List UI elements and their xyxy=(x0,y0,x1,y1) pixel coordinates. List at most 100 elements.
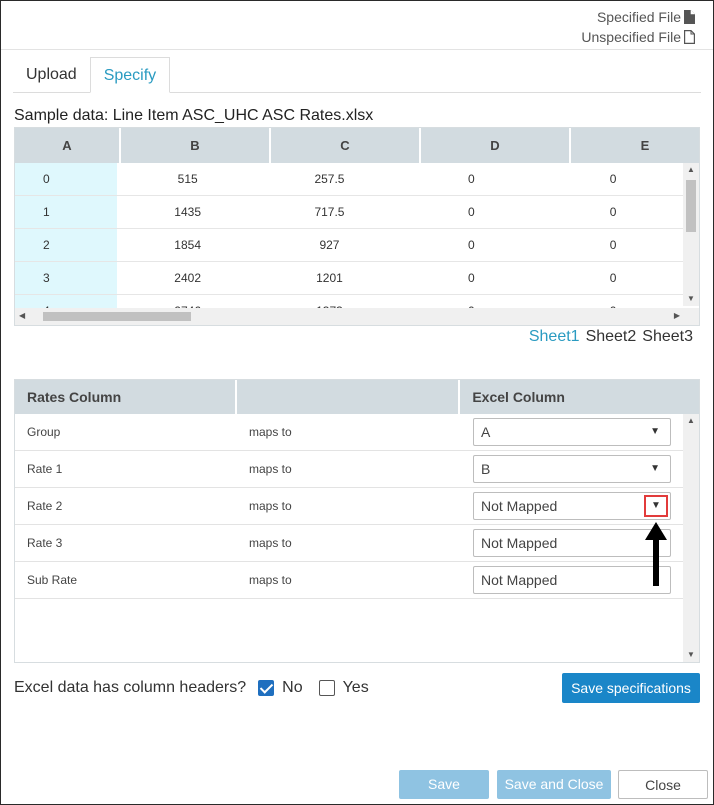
legend-specified-label: Specified File xyxy=(596,9,681,25)
mapping-row-rate-3: Rate 3 maps to Not Mapped xyxy=(15,525,684,562)
scroll-right-icon[interactable]: ▶ xyxy=(674,312,680,320)
scroll-left-icon[interactable]: ◀ xyxy=(19,312,25,320)
header-blank xyxy=(237,380,461,414)
grid-column-header[interactable]: E xyxy=(571,128,699,163)
maps-to-label: maps to xyxy=(249,425,292,439)
file-outline-icon xyxy=(684,30,695,44)
maps-to-label: maps to xyxy=(249,499,292,513)
grid-row: 1 1435 717.5 0 0 xyxy=(15,196,684,229)
file-legend: Specified File Unspecified File xyxy=(581,7,695,47)
yes-checkbox[interactable] xyxy=(318,680,335,696)
grid-column-header[interactable]: C xyxy=(271,128,421,163)
excel-column-cell: Not Mapped ▼ xyxy=(461,492,684,520)
rate-name: Sub Rate xyxy=(27,573,78,587)
no-checkbox[interactable] xyxy=(258,680,275,696)
rate-name: Rate 2 xyxy=(27,499,63,513)
tab-specify[interactable]: Specify xyxy=(89,57,171,93)
selected-value: Not Mapped xyxy=(481,535,558,551)
excel-column-cell: A ▼ xyxy=(461,418,684,446)
mapping-row-rate-2: Rate 2 maps to Not Mapped ▼ xyxy=(15,488,684,525)
grid-cell: 0 xyxy=(467,238,475,252)
save-button[interactable]: Save xyxy=(399,770,489,799)
chevron-down-icon[interactable]: ▼ xyxy=(650,419,660,445)
grid-body: 0 515 257.5 0 0 1 1435 717.5 0 0 2 1854 … xyxy=(15,163,684,325)
grid-cell: 0 xyxy=(15,163,117,195)
scrollbar-thumb[interactable] xyxy=(43,312,191,321)
sample-data-title: Sample data: Line Item ASC_UHC ASC Rates… xyxy=(14,107,374,124)
grid-row: 0 515 257.5 0 0 xyxy=(15,163,684,196)
sample-data-grid: A B C D E 0 515 257.5 0 0 1 1435 717.5 0… xyxy=(14,127,700,326)
scrollbar-thumb[interactable] xyxy=(686,180,696,232)
excel-column-select[interactable]: B ▼ xyxy=(473,455,671,483)
grid-column-header[interactable]: A xyxy=(15,128,121,163)
column-mapping-table: Rates Column Excel Column Group maps to … xyxy=(14,379,700,663)
yes-label[interactable]: Yes xyxy=(343,679,369,697)
grid-cell: 0 xyxy=(609,271,617,285)
grid-cell: 3 xyxy=(15,262,117,294)
maps-to-label: maps to xyxy=(249,462,292,476)
maps-to-label: maps to xyxy=(249,573,292,587)
dialog: Specified File Unspecified File Upload S… xyxy=(0,0,714,805)
mapping-row-rate-1: Rate 1 maps to B ▼ xyxy=(15,451,684,488)
grid-column-header[interactable]: B xyxy=(121,128,271,163)
grid-vertical-scrollbar[interactable]: ▲ ▼ xyxy=(683,163,699,306)
sheet-selector: Sheet1 Sheet2 Sheet3 xyxy=(529,328,693,346)
grid-cell: 1435 xyxy=(174,205,201,219)
tab-bar: Upload Specify xyxy=(13,57,701,93)
mapping-row-sub-rate: Sub Rate maps to Not Mapped xyxy=(15,562,684,599)
grid-cell: 0 xyxy=(609,205,617,219)
mapping-header: Rates Column Excel Column xyxy=(15,380,699,414)
grid-cell: 927 xyxy=(319,238,340,252)
column-headers-label: Excel data has column headers? xyxy=(14,679,247,696)
grid-cell: 0 xyxy=(467,271,475,285)
header-rates-column: Rates Column xyxy=(15,380,237,414)
mapping-row-group: Group maps to A ▼ xyxy=(15,414,684,451)
mapping-vertical-scrollbar[interactable]: ▲ ▼ xyxy=(683,414,699,662)
grid-cell: 0 xyxy=(609,238,617,252)
save-specifications-button[interactable]: Save specifications xyxy=(562,673,700,703)
grid-column-header[interactable]: D xyxy=(421,128,571,163)
rate-name: Rate 1 xyxy=(27,462,63,476)
grid-cell: 1201 xyxy=(316,271,343,285)
chevron-down-icon[interactable]: ▼ xyxy=(644,495,668,517)
grid-cell: 257.5 xyxy=(314,172,345,186)
column-headers-question: Excel data has column headers? No Yes xyxy=(14,679,369,697)
header-excel-column: Excel Column xyxy=(472,389,565,405)
grid-cell: 515 xyxy=(177,172,198,186)
scroll-up-icon[interactable]: ▲ xyxy=(687,166,695,174)
save-and-close-button[interactable]: Save and Close xyxy=(497,770,611,799)
excel-column-select[interactable]: Not Mapped xyxy=(473,566,671,594)
grid-horizontal-scrollbar[interactable]: ◀ ▶ xyxy=(15,308,684,325)
sheet-tab-sheet3[interactable]: Sheet3 xyxy=(642,328,693,346)
sheet-tab-sheet1[interactable]: Sheet1 xyxy=(529,328,580,346)
legend-specified: Specified File xyxy=(581,7,695,27)
maps-to-label: maps to xyxy=(249,536,292,550)
selected-value: B xyxy=(481,461,491,477)
grid-cell: 2 xyxy=(15,229,117,261)
scroll-down-icon[interactable]: ▼ xyxy=(687,651,695,659)
grid-cell: 0 xyxy=(609,172,617,186)
scroll-down-icon[interactable]: ▼ xyxy=(687,295,695,303)
grid-cell: 717.5 xyxy=(314,205,345,219)
scrollbar-corner xyxy=(682,308,699,325)
selected-value: Not Mapped xyxy=(481,572,558,588)
sheet-tab-sheet2[interactable]: Sheet2 xyxy=(586,328,637,346)
grid-row: 2 1854 927 0 0 xyxy=(15,229,684,262)
excel-column-select[interactable]: Not Mapped xyxy=(473,529,671,557)
rate-name: Group xyxy=(27,425,61,439)
no-label[interactable]: No xyxy=(282,679,302,697)
excel-column-select[interactable]: Not Mapped ▼ xyxy=(473,492,671,520)
chevron-down-icon[interactable]: ▼ xyxy=(650,456,660,482)
scroll-up-icon[interactable]: ▲ xyxy=(687,417,695,425)
excel-column-select[interactable]: A ▼ xyxy=(473,418,671,446)
rate-name: Rate 3 xyxy=(27,536,63,550)
annotation-arrow-icon xyxy=(645,522,667,586)
close-button[interactable]: Close xyxy=(618,770,708,799)
selected-value: A xyxy=(481,424,491,440)
legend-unspecified: Unspecified File xyxy=(581,27,695,47)
grid-row: 3 2402 1201 0 0 xyxy=(15,262,684,295)
tab-upload[interactable]: Upload xyxy=(13,57,90,93)
selected-value: Not Mapped xyxy=(481,498,558,514)
grid-cell: 2402 xyxy=(174,271,201,285)
grid-cell: 1 xyxy=(15,196,117,228)
